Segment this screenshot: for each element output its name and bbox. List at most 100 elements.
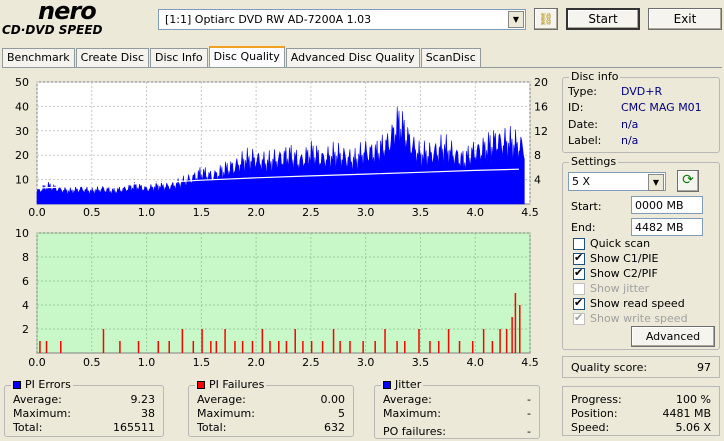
jitter-average-value: - [527,393,531,406]
id-label: ID: [568,101,584,114]
y2-tick-label: 8 [534,149,541,162]
jitter-title-text: Jitter [395,378,422,391]
x-tick-label: 2.5 [302,206,320,219]
y2-tick-label: 4 [534,174,541,187]
disc-info-title: Disc info [569,70,621,83]
end-mb-input[interactable]: 4482 MB [631,218,703,236]
pif-bar [447,329,450,353]
pif-bar [339,341,341,353]
pif-bar [45,341,48,353]
chevron-down-icon[interactable]: ▼ [648,174,664,191]
checkbox-box[interactable] [573,266,585,280]
pi-errors-title: PI Errors [11,378,73,391]
start-button[interactable]: Start [566,8,640,30]
pif-bar [404,341,406,353]
checkbox-box[interactable] [573,296,585,310]
pif-bar [241,341,244,353]
pif-bar [224,329,226,353]
pif-bar [499,329,501,353]
show-read-speed-checkbox[interactable]: Show read speed [573,296,685,310]
y-tick-label: 30 [15,125,29,138]
pif-bar [374,341,376,353]
quick-scan-checkbox[interactable]: Quick scan [573,237,650,250]
y-tick-label: 2 [22,323,29,336]
refresh-icon: ⟳ [682,172,694,188]
pif-bar [519,305,521,353]
date-label: Date: [568,118,598,131]
pif-bar [491,341,494,353]
checkbox-label: Show C2/PIF [590,267,658,280]
pif-bar [384,329,386,353]
progress-value: 100 % [676,393,711,406]
x-tick-label: 4.5 [521,356,539,369]
type-value: DVD+R [621,85,663,98]
y-tick-label: 6 [22,275,29,288]
x-tick-label: 2.0 [247,356,265,369]
label-label: Label: [568,134,602,147]
pi-errors-average-label: Average: [13,393,62,406]
refresh-speed-button[interactable]: ⟳ [677,170,699,192]
position-label: Position: [571,407,618,420]
pif-bar [181,329,184,353]
x-tick-label: 4.5 [521,206,539,219]
checkbox-label: Show jitter [590,282,650,295]
position-value: 4481 MB [662,407,711,420]
end-label: End: [571,221,596,234]
y-tick-label: 40 [15,100,29,113]
pif-bar [396,341,398,353]
checkbox-box [573,282,585,295]
type-label: Type: [568,85,597,98]
y2-tick-label: 12 [534,125,548,138]
speed-select-value: 5 X [572,175,591,188]
jitter-title: Jitter [381,378,424,391]
speed-value: 5.06 X [675,421,711,434]
pi-errors-swatch [13,381,21,389]
x-tick-label: 1.0 [138,206,156,219]
pif-bar [505,329,508,353]
pif-bar [201,329,203,353]
quality-score-label: Quality score: [571,361,648,374]
advanced-button[interactable]: Advanced [631,326,715,347]
pi-failures-plot-area [36,232,531,354]
y-tick-label: 4 [22,299,29,312]
pi-failures-title-text: PI Failures [209,378,265,391]
pif-bar [269,341,271,353]
speed-select[interactable]: 5 X ▼ [568,172,666,191]
pif-bar [210,341,212,353]
pi-failures-title: PI Failures [195,378,267,391]
po-failures-label: PO failures: [383,425,446,438]
pi-errors-title-text: PI Errors [25,378,71,391]
pi-failures-maximum-value: 5 [338,407,345,420]
checkbox-box[interactable] [573,237,585,250]
x-tick-label: 2.5 [302,356,320,369]
show-c1-pie-checkbox[interactable]: Show C1/PIE [573,251,658,265]
pi-failures-average-value: 0.00 [320,393,346,406]
show-c2-pif-checkbox[interactable]: Show C2/PIF [573,266,658,280]
checkbox-label: Show write speed [590,312,688,325]
label-value: n/a [621,134,639,147]
pif-bar [278,341,280,353]
disc-info-group: Disc info Type: DVD+R ID: CMC MAG M01 Da… [562,70,720,153]
checkbox-label: Show read speed [590,297,685,310]
exit-button[interactable]: Exit [648,8,722,30]
pi-errors-maximum-value: 38 [141,407,155,420]
pi-errors-total-label: Total: [13,421,43,434]
checkbox-label: Quick scan [590,237,651,250]
settings-title: Settings [569,155,619,168]
y-tick-label: 10 [15,174,29,187]
start-mb-input[interactable]: 0000 MB [631,196,703,214]
pif-bar [418,329,420,353]
date-value: n/a [621,118,639,131]
pif-bar [102,329,105,353]
y-tick-label: 20 [15,149,29,162]
pi-errors-average-value: 9.23 [130,393,156,406]
pif-bar [310,341,313,353]
pif-bar [137,341,140,353]
jitter-average-label: Average: [383,393,432,406]
checkbox-box[interactable] [573,251,585,265]
x-tick-label: 3.0 [357,206,375,219]
pif-bar [157,341,160,353]
pi-failures-swatch [197,381,205,389]
x-tick-label: 1.0 [138,356,156,369]
pif-bar [471,341,474,353]
